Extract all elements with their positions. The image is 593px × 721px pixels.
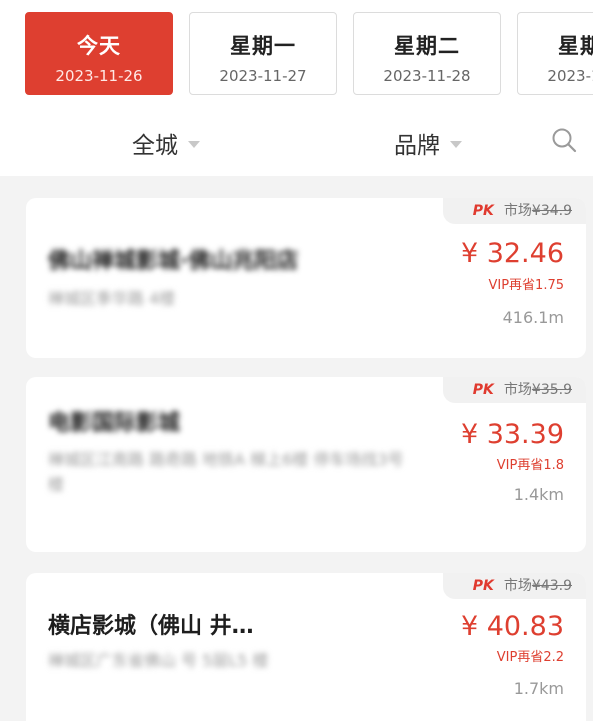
cinema-distance: 416.1m — [502, 308, 564, 327]
caret-down-icon — [188, 141, 200, 148]
cinema-price: ¥ 32.46 — [460, 238, 564, 269]
date-tab-tuesday[interactable]: 星期二 2023-11-28 — [353, 12, 501, 95]
cinema-card[interactable]: PK 市场¥34.9 佛山禅城影城·佛山兆阳店 禅城区季华路 4楼 ¥ 32.46… — [26, 198, 586, 358]
date-tab-monday[interactable]: 星期一 2023-11-27 — [189, 12, 337, 95]
cinema-price: ¥ 40.83 — [460, 611, 564, 642]
cinema-name: 电影国际影城 — [48, 411, 181, 436]
city-filter-label: 全城 — [132, 133, 178, 159]
cinema-name: 横店影城（佛山 井… — [48, 614, 254, 639]
cinema-card[interactable]: PK 市场¥43.9 横店影城（佛山 井… 禅城区广东省佛山 号 5层L5 楼 ¥… — [26, 573, 586, 721]
cinema-price: ¥ 33.39 — [460, 419, 564, 450]
pk-badge: PK — [472, 382, 494, 398]
pk-price-tag: PK 市场¥43.9 — [442, 573, 586, 599]
cinema-name: 佛山禅城影城·佛山兆阳店 — [48, 249, 299, 274]
date-tab-day: 星期二 — [394, 34, 460, 58]
vip-discount: VIP再省1.8 — [496, 458, 564, 473]
cinema-card[interactable]: PK 市场¥35.9 电影国际影城 禅城区江南路 路奇路 地铁A 梯上6楼 停车场… — [26, 377, 586, 552]
date-tab-date: 2023-11-27 — [219, 67, 307, 85]
date-tab-today[interactable]: 今天 2023-11-26 — [25, 12, 173, 95]
pk-badge: PK — [472, 578, 494, 594]
search-icon[interactable] — [551, 127, 577, 153]
pk-badge: PK — [472, 203, 494, 219]
market-label: 市场 — [503, 382, 532, 398]
date-tab-date: 2023-11-28 — [383, 67, 471, 85]
brand-filter[interactable]: 品牌 — [394, 126, 462, 160]
cinema-list-page: 今天 2023-11-26 星期一 2023-11-27 星期二 2023-11… — [0, 0, 593, 721]
vip-discount: VIP再省2.2 — [496, 650, 564, 665]
filter-bar: 全城 品牌 — [0, 106, 593, 176]
city-filter[interactable]: 全城 — [132, 126, 200, 160]
cinema-address: 禅城区广东省佛山 号 5层L5 楼 — [48, 651, 269, 670]
date-tab-day: 星期一 — [230, 34, 296, 58]
cinema-distance: 1.4km — [513, 485, 564, 504]
date-tab-date: 2023-11-29 — [547, 67, 593, 85]
date-selector: 今天 2023-11-26 星期一 2023-11-27 星期二 2023-11… — [0, 0, 593, 106]
market-price: ¥43.9 — [531, 578, 572, 594]
market-label: 市场 — [503, 203, 532, 219]
pk-price-tag: PK 市场¥34.9 — [442, 198, 586, 224]
pk-price-tag: PK 市场¥35.9 — [442, 377, 586, 403]
cinema-distance: 1.7km — [513, 679, 564, 698]
caret-down-icon — [450, 141, 462, 148]
cinema-list: PK 市场¥34.9 佛山禅城影城·佛山兆阳店 禅城区季华路 4楼 ¥ 32.46… — [0, 176, 593, 721]
date-tab-day: 今天 — [77, 34, 121, 58]
market-label: 市场 — [503, 578, 532, 594]
market-price: ¥35.9 — [531, 382, 572, 398]
market-price: ¥34.9 — [531, 203, 572, 219]
date-tab-day: 星期三 — [558, 34, 593, 58]
date-tab-wednesday[interactable]: 星期三 2023-11-29 — [517, 12, 593, 95]
cinema-address: 禅城区江南路 路奇路 地铁A 梯上6楼 停车场找3号 楼 — [48, 450, 404, 494]
date-tab-date: 2023-11-26 — [55, 67, 143, 85]
vip-discount: VIP再省1.75 — [488, 278, 564, 293]
brand-filter-label: 品牌 — [394, 133, 440, 159]
cinema-address: 禅城区季华路 4楼 — [48, 289, 176, 308]
